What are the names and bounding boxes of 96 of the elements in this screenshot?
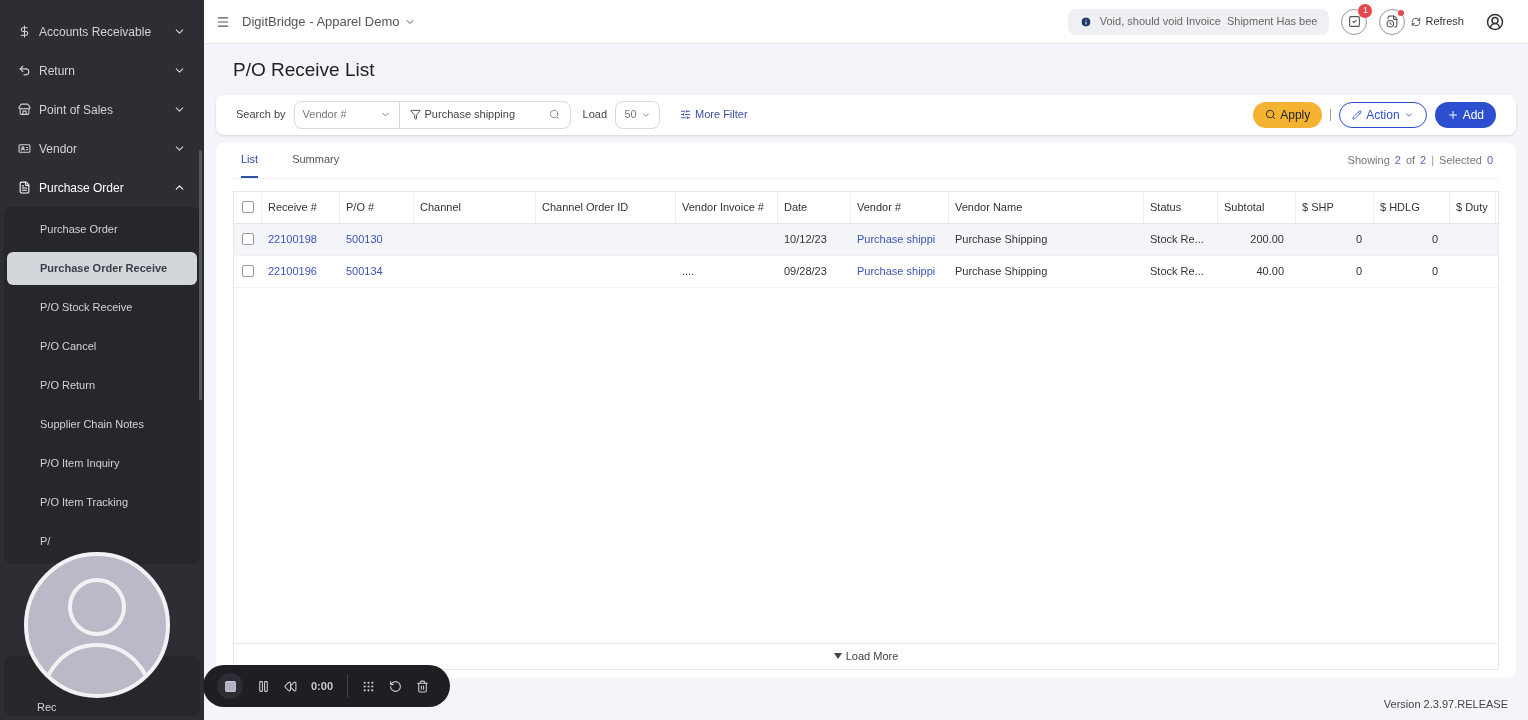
- submenu-item[interactable]: P/O Stock Receive: [7, 291, 197, 324]
- user-icon[interactable]: [1486, 12, 1504, 31]
- table-cell-text: 40.00: [1256, 263, 1284, 279]
- tab[interactable]: Summary: [292, 142, 340, 178]
- table-cell-text: 0: [1355, 231, 1362, 247]
- timer: 0:00: [311, 678, 334, 694]
- id-card-icon: [18, 142, 31, 155]
- grid-icon[interactable]: [362, 679, 376, 693]
- document-clock-icon: [1385, 15, 1399, 28]
- sidebar-menu-item[interactable]: Accounts Receivable: [0, 12, 204, 51]
- table-cell-text: Stock Re...: [1150, 231, 1204, 247]
- table-cell-text: Purchase Shipping: [955, 263, 1048, 279]
- table-link[interactable]: 22100196: [268, 262, 317, 280]
- sidebar-menu-item[interactable]: Return: [0, 51, 204, 90]
- sidebar-menu-item[interactable]: Point of Sales: [0, 90, 204, 129]
- of-label: of: [1405, 152, 1416, 168]
- showing-label: Showing: [1347, 152, 1390, 168]
- table-cell-text: 10/12/23: [784, 231, 827, 247]
- submenu-item[interactable]: P/O Item Inquiry: [7, 447, 197, 480]
- caret-down-icon: [833, 653, 842, 659]
- sidebar-menu-item[interactable]: Vendor: [0, 129, 204, 168]
- pause-icon[interactable]: [257, 679, 270, 693]
- column-header[interactable]: Receive #: [262, 191, 340, 223]
- table-cell-text: 09/28/23: [784, 263, 827, 279]
- column-header[interactable]: Vendor Invoice #: [676, 191, 778, 223]
- table-cell-text: 0: [1355, 263, 1362, 279]
- separator: |: [1431, 152, 1435, 168]
- load-label: Load: [582, 107, 607, 123]
- table-cell-text: Stock Re...: [1150, 263, 1204, 279]
- table-cell-text: Purchase Shipping: [955, 231, 1048, 247]
- table-link[interactable]: 22100198: [268, 230, 317, 248]
- submenu-item[interactable]: P/: [40, 533, 51, 550]
- add-button[interactable]: Add: [1434, 101, 1496, 128]
- apply-button[interactable]: Apply: [1253, 101, 1323, 128]
- column-header[interactable]: Date: [778, 191, 851, 223]
- column-header[interactable]: Vendor #: [851, 191, 949, 223]
- total-count: 2: [1420, 152, 1427, 168]
- column-header[interactable]: $ HDLG: [1374, 191, 1450, 223]
- table-link[interactable]: Purchase shippi: [857, 230, 936, 248]
- table-cell-text: 200.00: [1250, 231, 1284, 247]
- info-icon: [1079, 15, 1092, 28]
- restart-icon[interactable]: [389, 679, 403, 693]
- column-header[interactable]: Channel: [414, 191, 536, 223]
- column-header[interactable]: P/O #: [340, 191, 414, 223]
- tab[interactable]: List: [241, 142, 259, 178]
- table-link[interactable]: Purchase shippi: [857, 262, 936, 280]
- menu-icon[interactable]: [216, 14, 230, 29]
- trash-icon[interactable]: [416, 679, 430, 693]
- plus-icon: [1446, 108, 1459, 121]
- stop-button[interactable]: [217, 673, 243, 699]
- submenu-item[interactable]: Purchase Order Receive: [7, 252, 197, 285]
- notification-badge: 1: [1358, 3, 1373, 18]
- submenu-item[interactable]: P/O Cancel: [7, 330, 197, 363]
- company-dropdown[interactable]: DigitBridge - Apparel Demo: [242, 11, 416, 32]
- refresh-button[interactable]: Refresh: [1411, 13, 1464, 30]
- table-cell-text: ....: [682, 263, 695, 279]
- page-title: P/O Receive List: [233, 58, 376, 82]
- checkbox-icon: [1347, 15, 1361, 28]
- column-header[interactable]: $ SHP: [1296, 191, 1374, 223]
- load-dropdown[interactable]: 50: [615, 100, 660, 129]
- shown-count: 2: [1394, 152, 1401, 168]
- rewind-icon[interactable]: [284, 679, 297, 693]
- column-header[interactable]: Channel Order ID: [536, 191, 676, 223]
- select-all-checkbox[interactable]: [241, 201, 254, 213]
- selected-count: 0: [1486, 152, 1493, 168]
- refresh-icon: [1411, 16, 1422, 27]
- column-header[interactable]: Subtotal: [1218, 191, 1296, 223]
- notice-text: Void, should void Invoice Shipment Has bee: [1099, 14, 1318, 30]
- submenu-item[interactable]: Supplier Chain Notes: [7, 408, 197, 441]
- column-header[interactable]: Status: [1144, 191, 1218, 223]
- column-header[interactable]: Vendor Name: [949, 191, 1144, 223]
- row-checkbox[interactable]: [242, 265, 254, 277]
- version-label: Version 2.3.97.RELEASE: [1383, 696, 1508, 712]
- return-arrow-icon: [18, 64, 31, 77]
- selected-label: Selected: [1439, 152, 1482, 168]
- dollar-icon: [18, 25, 31, 38]
- table-cell-text: 0: [1431, 231, 1438, 247]
- submenu-item[interactable]: Purchase Order: [7, 213, 197, 246]
- more-filter-button[interactable]: More Filter: [680, 106, 748, 123]
- table-link[interactable]: 500134: [346, 262, 383, 280]
- submenu-item[interactable]: P/O Return: [7, 369, 197, 402]
- table-cell-text: 0: [1431, 263, 1438, 279]
- search-icon: [1265, 109, 1277, 120]
- store-icon: [18, 103, 31, 116]
- submenu-item[interactable]: Rec: [37, 698, 57, 715]
- sliders-icon: [680, 109, 691, 120]
- submenu-item[interactable]: P/O Item Tracking: [7, 486, 197, 519]
- table-row[interactable]: 22100198 500130 10/12/23 Purchase shippi Purchase Shipping Stock Re... 200.00 0 0: [234, 223, 1498, 256]
- stop-icon: [223, 679, 237, 693]
- pencil-icon: [1352, 109, 1363, 120]
- column-header[interactable]: $ Duty: [1450, 191, 1496, 223]
- document-icon: [18, 181, 31, 194]
- row-checkbox[interactable]: [242, 233, 254, 245]
- table-link[interactable]: 500130: [346, 230, 383, 248]
- search-by-label: Search by: [236, 107, 286, 123]
- sidebar-menu-item[interactable]: Purchase Order: [0, 168, 204, 207]
